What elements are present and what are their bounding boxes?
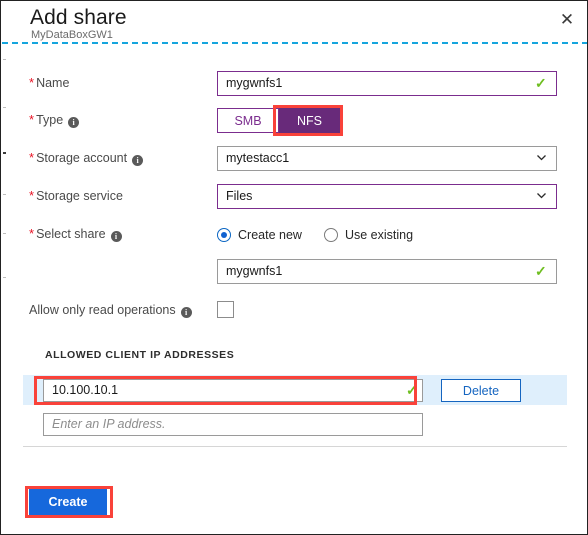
info-icon-read-only[interactable]: i <box>180 307 192 318</box>
allowed-ip-valid-check-icon: ✓ <box>406 382 418 398</box>
required-asterisk: * <box>29 150 35 165</box>
name-valid-check-icon: ✓ <box>535 75 547 91</box>
type-option-nfs[interactable]: NFS <box>279 108 341 133</box>
name-input[interactable]: mygwnfs1 <box>217 71 557 96</box>
required-asterisk: * <box>29 188 35 203</box>
label-type: * Type i <box>29 112 80 128</box>
header-divider <box>2 42 587 44</box>
label-storage-account: * Storage account i <box>29 150 144 166</box>
info-icon-type[interactable]: i <box>68 117 80 128</box>
required-asterisk: * <box>29 226 35 241</box>
form-row-storage-service: * Storage service Files <box>1 184 587 212</box>
form-row-share-name: mygwnfs1 ✓ <box>1 259 587 287</box>
delete-ip-button[interactable]: Delete <box>441 379 521 402</box>
info-icon-storage-account[interactable]: i <box>132 155 144 166</box>
radio-label-create-new: Create new <box>238 228 302 242</box>
label-select-share: * Select share i <box>29 226 122 242</box>
select-share-radio-group: Create new Use existing <box>217 224 435 246</box>
storage-service-select[interactable]: Files <box>217 184 557 209</box>
form-row-name: * Name mygwnfs1 ✓ <box>1 71 587 99</box>
read-only-checkbox[interactable] <box>217 301 234 318</box>
label-name: * Name <box>29 75 70 90</box>
required-asterisk: * <box>29 75 35 90</box>
share-name-input[interactable]: mygwnfs1 <box>217 259 557 284</box>
add-share-blade: Add share MyDataBoxGW1 ✕ * Name mygwnfs1 … <box>0 0 588 535</box>
close-icon[interactable]: ✕ <box>554 6 580 32</box>
info-icon-select-share[interactable]: i <box>110 231 122 242</box>
radio-use-existing[interactable]: Use existing <box>323 228 414 242</box>
chevron-down-icon <box>535 151 548 164</box>
allowed-ip-row: 10.100.10.1 ✓ Delete <box>23 375 567 405</box>
storage-account-select[interactable]: mytestacc1 <box>217 146 557 171</box>
page-title: Add share <box>30 6 127 29</box>
page-subtitle: MyDataBoxGW1 <box>31 29 113 41</box>
form-row-storage-account: * Storage account i mytestacc1 <box>1 146 587 174</box>
required-asterisk: * <box>29 112 35 127</box>
radio-indicator-use-existing <box>323 228 338 242</box>
allowed-ip-section-title: ALLOWED CLIENT IP ADDRESSES <box>45 349 235 361</box>
type-toggle-group: SMB NFS <box>217 108 341 133</box>
label-read-only: Allow only read operations i <box>29 303 192 318</box>
label-storage-service: * Storage service <box>29 188 123 203</box>
form-row-select-share: * Select share i Create new Use existing <box>1 222 587 250</box>
form-row-read-only: Allow only read operations i <box>1 299 587 327</box>
chevron-down-icon <box>535 189 548 202</box>
type-option-smb[interactable]: SMB <box>217 108 279 133</box>
share-name-valid-check-icon: ✓ <box>535 263 547 279</box>
allowed-ip-input[interactable]: 10.100.10.1 <box>43 379 423 402</box>
new-ip-input[interactable]: Enter an IP address. <box>43 413 423 436</box>
ip-section-divider <box>23 446 567 447</box>
form-row-type: * Type i SMB NFS <box>1 108 587 136</box>
radio-indicator-create-new <box>217 228 231 242</box>
create-button[interactable]: Create <box>29 489 107 515</box>
radio-label-use-existing: Use existing <box>344 228 414 242</box>
blade-header: Add share MyDataBoxGW1 ✕ <box>2 2 587 42</box>
radio-create-new[interactable]: Create new <box>217 228 302 242</box>
